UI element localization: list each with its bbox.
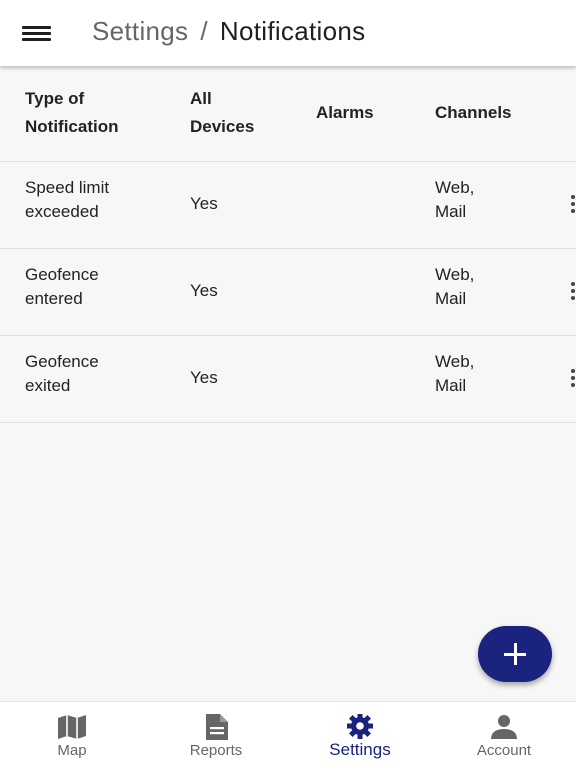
nav-label-map: Map (57, 742, 87, 759)
cell-all-devices: Yes (190, 368, 218, 387)
map-icon (58, 715, 86, 739)
cell-type-line2: exceeded (25, 202, 99, 221)
nav-item-account[interactable]: Account (432, 702, 576, 768)
cell-all-devices: Yes (190, 194, 218, 213)
cell-notification-type: Speed limit exceeded (25, 176, 175, 224)
column-header-type-line1: Type of (25, 89, 85, 108)
table-row[interactable]: Geofence exited Yes Web, Mail (0, 336, 576, 423)
cell-channels: Web, Mail (435, 263, 535, 311)
notifications-table: Type of Notification All Devices Alarms … (0, 66, 576, 423)
cell-channels-line2: Mail (435, 202, 467, 221)
nav-label-reports: Reports (189, 742, 243, 759)
gear-icon (347, 714, 373, 739)
cell-channels-line1: Web, (435, 352, 475, 371)
table-row[interactable]: Geofence entered Yes Web, Mail (0, 249, 576, 336)
table-row[interactable]: Speed limit exceeded Yes Web, Mail (0, 162, 576, 249)
person-icon (491, 715, 517, 739)
breadcrumb: Settings / Notifications (92, 16, 365, 47)
more-vert-icon[interactable] (570, 282, 576, 302)
plus-icon-vertical (513, 643, 517, 665)
more-vert-icon[interactable] (570, 195, 576, 215)
column-header-type-line2: Notification (25, 117, 119, 136)
cell-notification-type: Geofence entered (25, 263, 175, 311)
cell-type-line1: Geofence (25, 352, 99, 371)
nav-item-settings[interactable]: Settings (288, 702, 432, 768)
app-bar: Settings / Notifications (0, 0, 576, 66)
hamburger-menu-icon[interactable] (22, 24, 52, 42)
table-header: Type of Notification All Devices Alarms … (0, 66, 576, 162)
breadcrumb-settings[interactable]: Settings (92, 16, 188, 46)
add-notification-button[interactable] (478, 626, 552, 682)
column-header-all-devices: All Devices (190, 85, 254, 141)
cell-type-line1: Speed limit (25, 178, 110, 197)
cell-all-devices: Yes (190, 281, 218, 300)
nav-item-reports[interactable]: Reports (144, 702, 288, 768)
cell-channels-line1: Web, (435, 265, 475, 284)
breadcrumb-separator: / (200, 16, 208, 46)
column-header-type: Type of Notification (25, 85, 119, 141)
bottom-navigation: Map Reports Settings Account (0, 701, 576, 768)
cell-channels: Web, Mail (435, 350, 535, 398)
more-vert-icon[interactable] (570, 369, 576, 389)
cell-type-line2: entered (25, 289, 83, 308)
nav-label-account: Account (476, 742, 532, 759)
cell-type-line2: exited (25, 376, 71, 395)
nav-label-settings: Settings (329, 740, 391, 759)
cell-channels-line2: Mail (435, 376, 467, 395)
document-icon (206, 714, 228, 740)
nav-item-map[interactable]: Map (0, 702, 144, 768)
column-header-all-devices-line1: All (190, 89, 212, 108)
column-header-alarms: Alarms (316, 103, 374, 122)
column-header-all-devices-line2: Devices (190, 117, 255, 136)
cell-channels-line1: Web, (435, 178, 475, 197)
page-title: Notifications (219, 16, 366, 46)
cell-channels: Web, Mail (435, 176, 535, 224)
column-header-channels: Channels (435, 103, 512, 122)
cell-channels-line2: Mail (435, 289, 467, 308)
cell-type-line1: Geofence (25, 265, 99, 284)
cell-notification-type: Geofence exited (25, 350, 175, 398)
